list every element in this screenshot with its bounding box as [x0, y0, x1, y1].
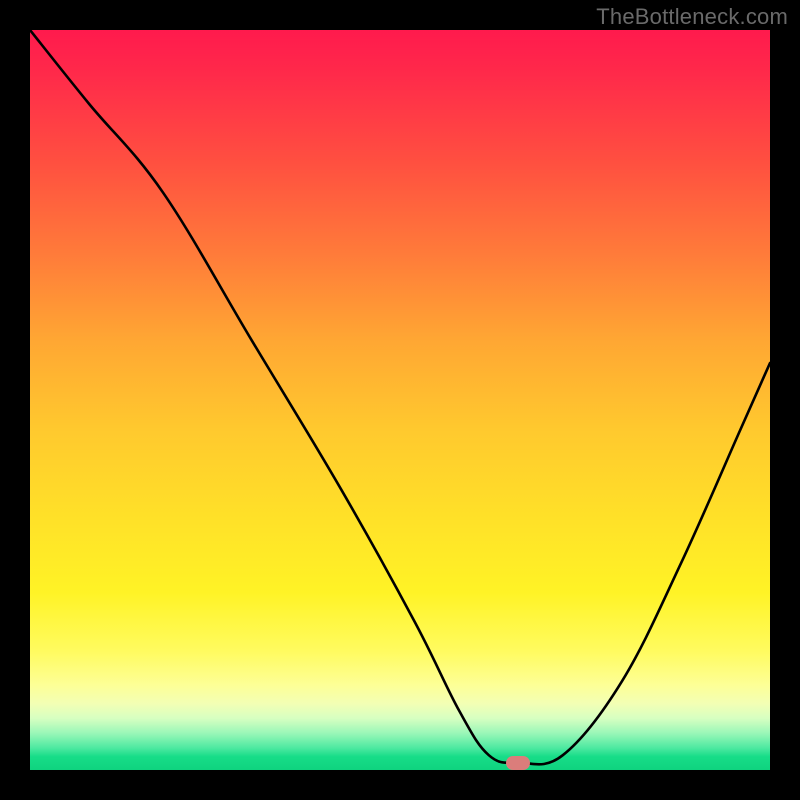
watermark-text: TheBottleneck.com: [596, 4, 788, 30]
chart-frame: TheBottleneck.com: [0, 0, 800, 800]
optimal-marker: [506, 756, 530, 770]
bottleneck-curve: [30, 30, 770, 770]
plot-area: [30, 30, 770, 770]
